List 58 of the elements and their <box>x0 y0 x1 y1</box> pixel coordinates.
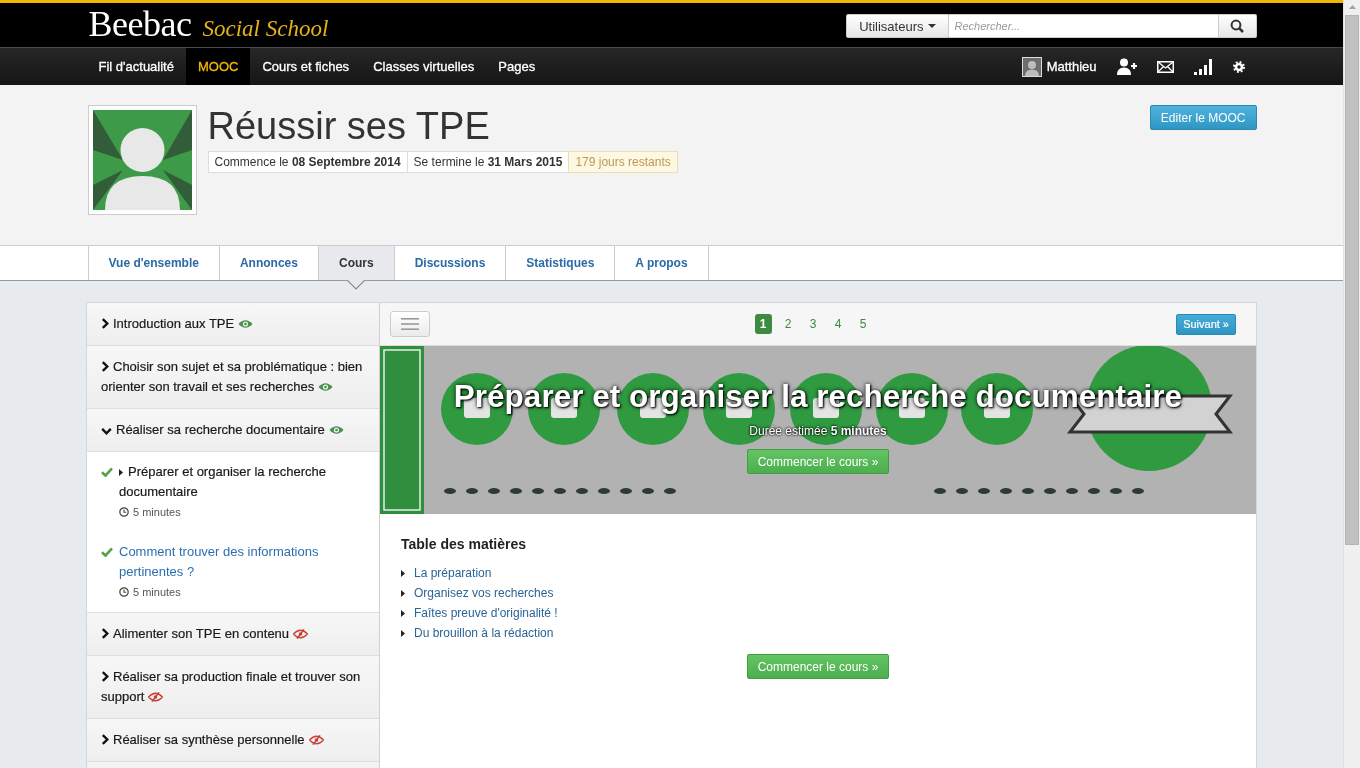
date-label: Se termine le 31 Mars 2015 <box>406 151 570 173</box>
tab[interactable]: Discussions <box>394 246 507 280</box>
nav-link[interactable]: Pages <box>486 48 548 85</box>
search-field[interactable]: Rechercher... <box>948 14 1219 38</box>
toc-link[interactable]: Faîtes preuve d'originalité ! <box>414 603 558 623</box>
scrollbar-thumb[interactable] <box>1345 15 1359 545</box>
avatar-icon <box>1021 56 1042 77</box>
sidebar-section[interactable]: Alimenter son TPE en contenu <box>87 613 379 656</box>
tab[interactable]: Statistiques <box>506 246 616 280</box>
caret-right-icon <box>401 569 405 577</box>
settings-icon[interactable] <box>1232 60 1245 73</box>
tab-pointer-icon <box>347 280 366 290</box>
menu-button[interactable] <box>390 311 430 337</box>
sidebar-section[interactable]: Introduction aux TPE <box>87 303 379 346</box>
course-title: Réussir ses TPE <box>207 106 491 146</box>
add-user-icon[interactable] <box>1116 58 1137 75</box>
toc-link[interactable]: Du brouillon à la rédaction <box>414 623 554 643</box>
sidebar-section[interactable]: Réaliser sa production finale et trouver son support <box>87 656 379 719</box>
caret-down-icon <box>927 24 936 28</box>
toc-link[interactable]: Organisez vos recherches <box>414 583 554 603</box>
page-link[interactable]: 5 <box>854 314 872 334</box>
sidebar-section[interactable]: Réaliser sa recherche documentaire <box>87 409 379 452</box>
lesson-link[interactable]: Préparer et organiser la recherche documentaire <box>119 462 365 502</box>
sidebar-section[interactable]: Réaliser sa synthèse personnelle <box>87 719 379 762</box>
page-link[interactable]: 2 <box>779 314 797 334</box>
caret-right-icon <box>401 629 405 637</box>
toc-heading: Table des matières <box>401 535 528 554</box>
page-link[interactable]: 3 <box>804 314 822 334</box>
days-remaining-label: 179 jours restants <box>568 151 678 173</box>
caret-right-icon <box>401 589 405 597</box>
toc-link[interactable]: La préparation <box>414 563 492 583</box>
nav-link[interactable]: Fil d'actualité <box>86 48 186 85</box>
caret-right-icon <box>119 469 123 476</box>
search-icon <box>1230 19 1244 33</box>
nav-link[interactable]: MOOC <box>185 48 251 85</box>
nav-link[interactable]: Classes virtuelles <box>361 48 487 85</box>
sidebar-section[interactable]: Choisir son sujet et sa problématique : bien orienter son travail et ses recherches <box>87 346 379 409</box>
menu-icon <box>401 318 419 330</box>
lesson-link[interactable]: Comment trouver des informations pertinentes ? <box>119 542 365 582</box>
duration-text: 5 minutes <box>133 505 181 520</box>
envelope-icon[interactable] <box>1156 60 1174 73</box>
logo[interactable]: Beebac <box>88 3 192 44</box>
clock-icon <box>119 587 129 597</box>
clock-icon <box>119 507 129 517</box>
date-label: Commence le 08 Septembre 2014 <box>207 151 408 173</box>
user-profile-link[interactable]: Matthieu <box>1021 56 1097 77</box>
page-link[interactable]: 1 <box>754 314 772 334</box>
tab[interactable]: Annonces <box>219 246 319 280</box>
search-button[interactable] <box>1218 14 1257 38</box>
logo-tagline: Social School <box>202 15 329 42</box>
duration-text: 5 minutes <box>133 585 181 600</box>
page-link[interactable]: 4 <box>829 314 847 334</box>
caret-right-icon <box>401 609 405 617</box>
nav-link[interactable]: Cours et fiches <box>250 48 362 85</box>
tab[interactable]: Vue d'ensemble <box>87 246 220 280</box>
tab[interactable]: A propos <box>615 246 709 280</box>
search-scope-dropdown[interactable]: Utilisateurs <box>846 14 949 38</box>
signal-bars-icon[interactable] <box>1193 58 1213 75</box>
